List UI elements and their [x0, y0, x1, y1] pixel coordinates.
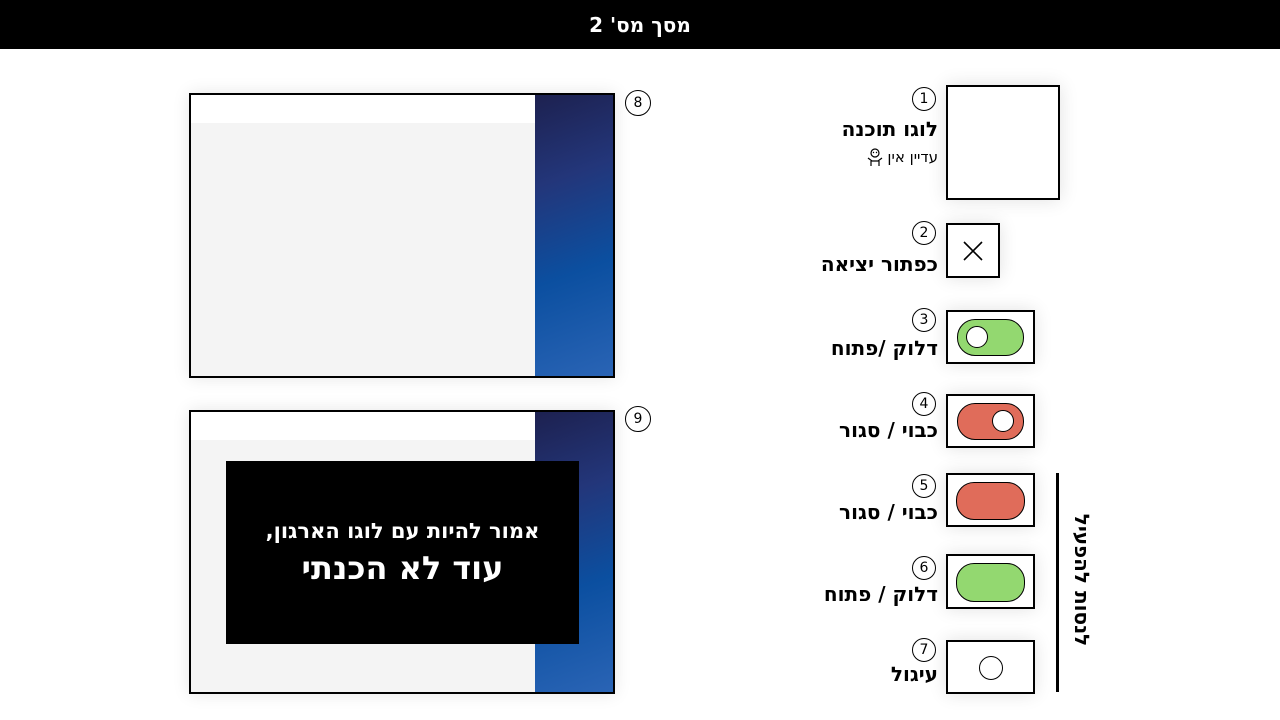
shrug-icon [865, 147, 885, 167]
page-header: מסך מס' 2 [0, 0, 1280, 49]
item-number-4: 4 [912, 392, 936, 416]
circle-box [946, 640, 1035, 694]
item-label-pill-on: דלוק / פתוח [823, 582, 938, 606]
item-number-5: 5 [912, 474, 936, 498]
screen-number-9: 9 [625, 406, 651, 432]
side-label: לנסות להפעיל [1070, 513, 1094, 647]
overlay-line-1: אמור להיות עם לוגו הארגון, [265, 518, 540, 543]
screen-side-panel [535, 95, 613, 376]
pill-button-on[interactable] [956, 563, 1025, 602]
item-number-2: 2 [912, 221, 936, 245]
item-label-software-logo: לוגו תוכנה [841, 117, 938, 141]
toggle-on-box [946, 310, 1035, 364]
toggle-off-box [946, 394, 1035, 448]
item-sublabel-none-yet: עדיין אין [865, 147, 938, 167]
toggle-knob [966, 326, 988, 348]
pill-off-box [946, 473, 1035, 527]
toggle-switch-off[interactable] [957, 403, 1024, 440]
screen-top-bar [191, 412, 535, 440]
logo-placeholder-overlay: אמור להיות עם לוגו הארגון, עוד לא הכנתי [226, 461, 579, 644]
screen-number-8: 8 [625, 90, 651, 116]
item-label-circle: עיגול [890, 662, 938, 686]
page-title: מסך מס' 2 [589, 12, 691, 37]
item-label-toggle-off: כבוי / סגור [839, 418, 938, 442]
item-number-7: 7 [912, 638, 936, 662]
sublabel-text: עדיין אין [887, 148, 938, 166]
software-logo-placeholder [946, 85, 1060, 200]
item-number-1: 1 [912, 87, 936, 111]
item-label-exit-button: כפתור יציאה [820, 252, 938, 276]
toggle-knob [992, 410, 1014, 432]
item-number-6: 6 [912, 556, 936, 580]
close-icon [962, 240, 984, 262]
pill-button-off[interactable] [956, 482, 1025, 520]
pill-on-box [946, 554, 1035, 609]
screen-preview-8 [189, 93, 615, 378]
screen-top-bar [191, 95, 535, 123]
group-bracket [1056, 473, 1059, 692]
item-label-toggle-on: דלוק /פתוח [830, 336, 938, 360]
item-number-3: 3 [912, 308, 936, 332]
overlay-line-2: עוד לא הכנתי [301, 548, 504, 587]
circle-button[interactable] [979, 656, 1003, 680]
exit-button[interactable] [946, 223, 1000, 278]
item-label-pill-off: כבוי / סגור [839, 500, 938, 524]
toggle-switch-on[interactable] [957, 319, 1024, 356]
